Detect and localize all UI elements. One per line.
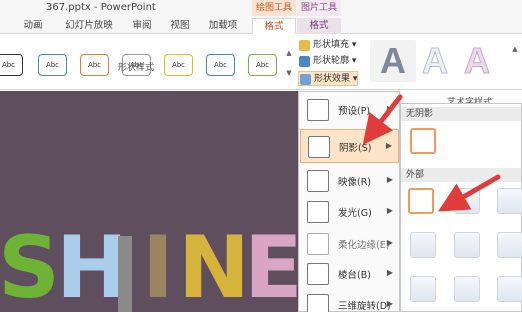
chevron-right-icon: ▶ [386,175,393,184]
menu-item-reflection[interactable]: 映像(R) ▶ [300,164,399,198]
chevron-right-icon: ▶ [386,299,393,308]
shape-effects-button[interactable]: 形状效果 ▾ [298,71,359,86]
tab-view[interactable]: 视图 [166,18,194,34]
shadow-icon [308,136,330,158]
menu-item-label: 棱台(B) [338,270,371,281]
shadow-option-outer[interactable] [497,276,522,302]
shape-style-swatch[interactable]: Abc [164,54,193,76]
menu-item-bevel[interactable]: 棱台(B) ▶ [300,257,399,291]
paint-bucket-icon [299,40,310,51]
shape-style-swatch[interactable]: Abc [0,54,23,76]
tab-add-ins[interactable]: 加载项 [204,18,242,34]
menu-item-label: 三维旋转(D) [338,301,391,312]
slide-canvas[interactable]: S H I N E [0,91,300,312]
ribbon-tab-bar: 动画 幻灯片放映 审阅 视图 加载项 格式 格式 [0,16,522,34]
section-header-no-shadow: 无阴影 [401,107,521,121]
tab-review[interactable]: 审阅 [128,18,156,34]
shape-effects-menu: 预设(P) ▶ 阴影(S) ▶ 映像(R) ▶ 发光(G) ▶ 柔化边缘(E) … [298,91,400,312]
title-bar: 367.pptx - PowerPoint 绘图工具 图片工具 [0,0,522,16]
shadow-option-outer[interactable] [497,232,522,258]
menu-item-label: 阴影(S) [339,143,372,154]
bevel-icon [307,263,329,285]
tab-format-drawing[interactable]: 格式 [252,18,296,34]
shadow-option-outer[interactable] [410,276,436,302]
pencil-icon [299,56,310,67]
tab-format-picture[interactable]: 格式 [297,18,341,34]
shape-style-swatch[interactable]: Abc [80,54,109,76]
shadow-option-outer[interactable] [454,188,480,214]
section-header-outer: 外部 [401,168,521,182]
menu-item-3d-rotation[interactable]: 三维旋转(D) ▶ [300,288,399,312]
letter-e: E [244,218,300,312]
menu-item-shadow[interactable]: 阴影(S) ▶ [300,129,399,163]
menu-item-glow[interactable]: 发光(G) ▶ [300,195,399,229]
shadow-option-outer[interactable] [410,232,436,258]
letter-n: N [178,218,250,312]
preset-icon [307,99,329,121]
context-tab-group-picture-tools: 图片工具 [297,0,341,16]
wordart-style-pink[interactable]: A [454,40,500,82]
chevron-right-icon: ▶ [386,206,393,215]
reflection-icon [307,170,329,192]
letter-s: S [0,218,60,312]
shadow-option-outer[interactable] [454,276,480,302]
shadow-option-none[interactable] [410,128,436,154]
menu-item-label: 预设(P) [338,106,371,117]
menu-item-label: 发光(G) [338,208,372,219]
shape-style-swatch[interactable]: Abc [38,54,67,76]
tab-slide-show[interactable]: 幻灯片放映 [60,18,118,34]
3d-rotation-icon [307,294,329,312]
shape-outline-button[interactable]: 形状轮廓 ▾ [298,54,356,69]
glow-icon [307,201,329,223]
wordart-scroll-up-icon[interactable]: ▲ [510,44,520,54]
window-title: 367.pptx - PowerPoint [46,2,156,13]
shape-fill-label: 形状填充 [313,40,350,50]
wordart-style-gradient[interactable]: A [370,40,416,82]
soft-edges-icon [307,233,329,255]
shadow-option-outer[interactable] [408,188,434,214]
chevron-right-icon: ▶ [386,268,393,277]
gallery-scroll-down-icon[interactable]: ▼ [284,68,294,78]
menu-item-label: 柔化边缘(E) [338,240,390,251]
tab-animations[interactable]: 动画 [18,18,48,34]
gallery-scroll-up-icon[interactable]: ▲ [284,48,294,58]
shape-effects-icon [300,74,311,85]
menu-item-preset[interactable]: 预设(P) ▶ [300,93,399,127]
chevron-right-icon: ▶ [385,141,392,150]
chevron-right-icon: ▶ [386,104,393,113]
shadow-option-outer[interactable] [497,188,522,214]
menu-item-label: 映像(R) [338,177,372,188]
group-label-shape-styles: 形状样式 [118,63,155,73]
chevron-right-icon: ▶ [386,238,393,247]
wordart-style-outline[interactable]: A [412,40,458,82]
shape-effects-label: 形状效果 [314,74,351,84]
shadow-submenu: 无阴影 外部 [400,103,522,312]
shape-style-swatch[interactable]: Abc [206,54,235,76]
shape-style-swatch[interactable]: Abc [248,54,277,76]
shape-outline-label: 形状轮廓 [313,56,350,66]
ribbon-format: Abc Abc Abc Abc Abc Abc Abc ▲ ▼ 形状填充 ▾ 形… [0,34,522,90]
shape-fill-button[interactable]: 形状填充 ▾ [298,38,356,53]
shadow-option-outer[interactable] [454,232,480,258]
letter-i: I [142,218,174,312]
menu-item-soft-edges[interactable]: 柔化边缘(E) ▶ [300,227,399,261]
photo-panel [118,236,132,312]
context-tab-group-drawing-tools: 绘图工具 [252,0,296,16]
